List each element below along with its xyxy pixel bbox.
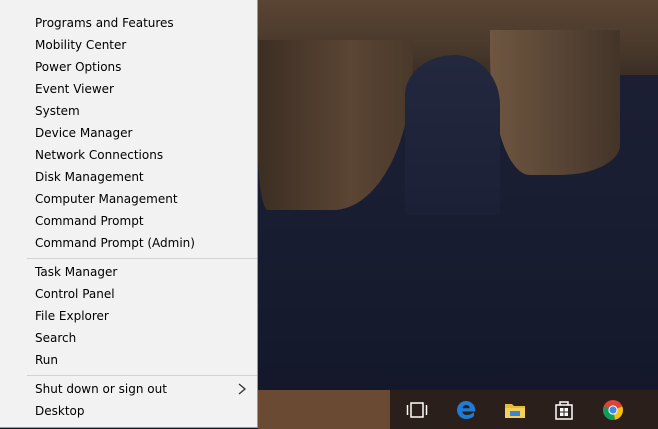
menu-item-control-panel[interactable]: Control Panel [0, 283, 257, 305]
menu-item-label: Event Viewer [35, 82, 114, 96]
menu-item-power-options[interactable]: Power Options [0, 56, 257, 78]
edge-icon[interactable] [453, 397, 479, 423]
menu-item-search[interactable]: Search [0, 327, 257, 349]
menu-item-programs-and-features[interactable]: Programs and Features [0, 12, 257, 34]
chrome-icon[interactable] [600, 397, 626, 423]
menu-item-event-viewer[interactable]: Event Viewer [0, 78, 257, 100]
menu-item-label: Desktop [35, 404, 85, 418]
menu-item-label: Mobility Center [35, 38, 127, 52]
store-icon[interactable] [551, 397, 577, 423]
menu-item-label: Search [35, 331, 77, 345]
menu-item-label: Command Prompt [35, 214, 144, 228]
menu-separator [27, 375, 257, 376]
menu-item-label: Computer Management [35, 192, 178, 206]
menu-item-label: System [35, 104, 80, 118]
menu-item-command-prompt-admin[interactable]: Command Prompt (Admin) [0, 232, 257, 254]
power-user-menu: Programs and Features Mobility Center Po… [0, 0, 258, 428]
menu-item-label: Shut down or sign out [35, 382, 167, 396]
chevron-right-icon [238, 383, 247, 395]
menu-item-run[interactable]: Run [0, 349, 257, 371]
task-view-icon[interactable] [404, 397, 430, 423]
wallpaper-arch [405, 55, 500, 215]
menu-item-label: Disk Management [35, 170, 144, 184]
menu-item-network-connections[interactable]: Network Connections [0, 144, 257, 166]
menu-item-desktop[interactable]: Desktop [0, 400, 257, 422]
menu-item-label: Programs and Features [35, 16, 174, 30]
menu-item-label: Command Prompt (Admin) [35, 236, 195, 250]
menu-item-label: Power Options [35, 60, 122, 74]
menu-item-file-explorer[interactable]: File Explorer [0, 305, 257, 327]
file-explorer-icon[interactable] [502, 397, 528, 423]
menu-item-label: File Explorer [35, 309, 109, 323]
menu-item-system[interactable]: System [0, 100, 257, 122]
menu-item-mobility-center[interactable]: Mobility Center [0, 34, 257, 56]
menu-item-label: Device Manager [35, 126, 133, 140]
menu-separator [27, 258, 257, 259]
menu-item-command-prompt[interactable]: Command Prompt [0, 210, 257, 232]
wallpaper-rock-right [490, 30, 620, 175]
menu-item-task-manager[interactable]: Task Manager [0, 261, 257, 283]
menu-item-label: Run [35, 353, 59, 367]
menu-item-disk-management[interactable]: Disk Management [0, 166, 257, 188]
wallpaper-rock-left [258, 40, 413, 210]
menu-item-device-manager[interactable]: Device Manager [0, 122, 257, 144]
menu-item-computer-management[interactable]: Computer Management [0, 188, 257, 210]
menu-item-label: Control Panel [35, 287, 115, 301]
menu-item-shut-down-or-sign-out[interactable]: Shut down or sign out [0, 378, 257, 400]
menu-item-label: Task Manager [35, 265, 118, 279]
menu-item-label: Network Connections [35, 148, 164, 162]
